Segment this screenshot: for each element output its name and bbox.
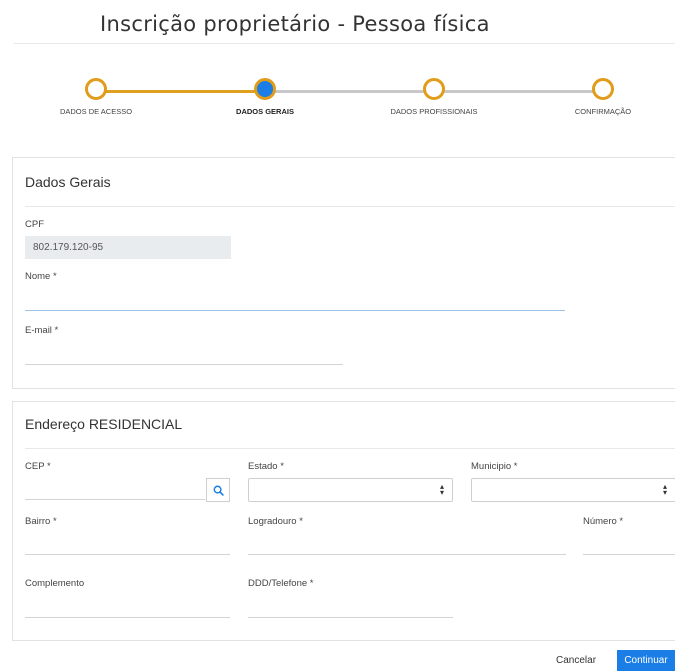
estado-label: Estado * (248, 461, 284, 472)
cep-search-button[interactable] (206, 478, 230, 502)
step-label-dados-de-acesso: DADOS DE ACESSO (59, 107, 133, 116)
endereco-title: Endereço RESIDENCIAL (25, 416, 183, 432)
complemento-label: Complemento (25, 578, 85, 589)
cpf-label: CPF (25, 219, 44, 230)
search-icon (213, 485, 224, 496)
select-caret-icon: ▴ ▾ (439, 482, 444, 497)
step-circle-confirmacao[interactable] (592, 78, 614, 100)
step-label-confirmacao: CONFIRMAÇÃO (574, 107, 632, 116)
telefone-field[interactable] (248, 596, 453, 618)
progress-stepper: DADOS DE ACESSO DADOS GERAIS DADOS PROFI… (0, 78, 675, 118)
cep-label: CEP * (25, 461, 51, 472)
estado-select[interactable]: ▴ ▾ (248, 478, 453, 502)
complemento-field[interactable] (25, 596, 230, 618)
nome-label: Nome * (25, 271, 57, 282)
dados-gerais-title: Dados Gerais (25, 174, 111, 190)
municipio-label: Municipio * (471, 461, 518, 472)
step-circle-dados-profissionais[interactable] (423, 78, 445, 100)
email-label: E-mail * (25, 325, 59, 336)
panel-divider (25, 206, 675, 207)
page-title: Inscrição proprietário - Pessoa física (100, 12, 490, 36)
cpf-field: 802.179.120-95 (25, 236, 231, 259)
step-circle-dados-de-acesso[interactable] (85, 78, 107, 100)
numero-label: Número * (583, 516, 624, 527)
endereco-panel: Endereço RESIDENCIAL CEP * Estado * ▴ ▾ M… (12, 401, 675, 641)
numero-field[interactable] (583, 533, 675, 555)
step-label-dados-gerais: DADOS GERAIS (236, 107, 294, 116)
logradouro-field[interactable] (248, 533, 566, 555)
dados-gerais-panel: Dados Gerais CPF 802.179.120-95 Nome * E… (12, 157, 675, 389)
cancel-button[interactable]: Cancelar (556, 655, 596, 666)
municipio-select[interactable]: ▴ ▾ (471, 478, 675, 502)
bairro-field[interactable] (25, 533, 230, 555)
bairro-label: Bairro * (25, 516, 57, 527)
step-circle-dados-gerais[interactable] (254, 78, 276, 100)
stepper-line-done (96, 90, 265, 93)
email-field[interactable] (25, 343, 343, 365)
telefone-label: DDD/Telefone * (248, 578, 314, 589)
continue-button[interactable]: Continuar (617, 650, 675, 671)
cep-field[interactable] (25, 478, 205, 500)
step-label-dados-profissionais: DADOS PROFISSIONAIS (390, 107, 478, 116)
nome-field[interactable] (25, 289, 565, 311)
logradouro-label: Logradouro * (248, 516, 303, 527)
panel-divider (25, 448, 675, 449)
select-caret-icon: ▴ ▾ (662, 482, 667, 497)
title-divider (14, 43, 675, 44)
